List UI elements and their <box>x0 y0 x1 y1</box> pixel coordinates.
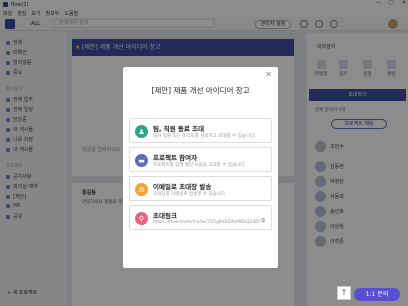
invite-option-email[interactable]: ✉ 이메일로 초대장 발송 초대장을 이메일로 발송할 수 있습니다. <box>129 176 272 201</box>
option-desc: 회사 직원 또는 조직도를 검색하고 초대할 수 있습니다. <box>153 134 256 139</box>
close-icon[interactable]: ✕ <box>265 70 272 79</box>
scroll-top-button[interactable]: ↑ <box>337 286 351 300</box>
invite-option-colleagues[interactable]: ♟ 팀, 직원 동료 조대 회사 직원 또는 조직도를 검색하고 초대할 수 있… <box>129 118 272 143</box>
invite-modal: ✕ [제안] 제품 개선 아이디어 창고 ♟ 팀, 직원 동료 조대 회사 직원… <box>123 67 278 268</box>
link-icon: ⚲ <box>135 212 148 225</box>
invite-option-link[interactable]: ⚲ 초대링크 https://flow.team/invite/1Q5g8X9Z… <box>129 205 272 230</box>
option-desc: 초대장을 이메일로 발송할 수 있습니다. <box>153 192 227 197</box>
invite-link-url: https://flow.team/invite/1Q5g8X9Z4kM6bQ2… <box>153 220 261 225</box>
invite-option-project[interactable]: ▬ 프로젝트 참여자 프로젝트를 함께 했던 사람을 초대할 수 있습니다. <box>129 147 272 172</box>
folder-icon: ▬ <box>135 154 148 167</box>
option-label: 프로젝트 참여자 <box>153 154 198 162</box>
option-desc: 프로젝트를 함께 했던 사람을 초대할 수 있습니다. <box>153 163 246 168</box>
chat-support-button[interactable]: 1:1 문의 <box>354 288 400 301</box>
option-label: 초대링크 <box>153 212 177 220</box>
copy-icon[interactable]: ⧉ <box>261 218 265 224</box>
modal-title: [제안] 제품 개선 아이디어 창고 <box>151 86 250 95</box>
mail-icon: ✉ <box>135 183 148 196</box>
option-label: 팀, 직원 동료 조대 <box>153 125 205 133</box>
team-icon: ♟ <box>135 125 148 138</box>
option-label: 이메일로 초대장 발송 <box>153 183 212 191</box>
